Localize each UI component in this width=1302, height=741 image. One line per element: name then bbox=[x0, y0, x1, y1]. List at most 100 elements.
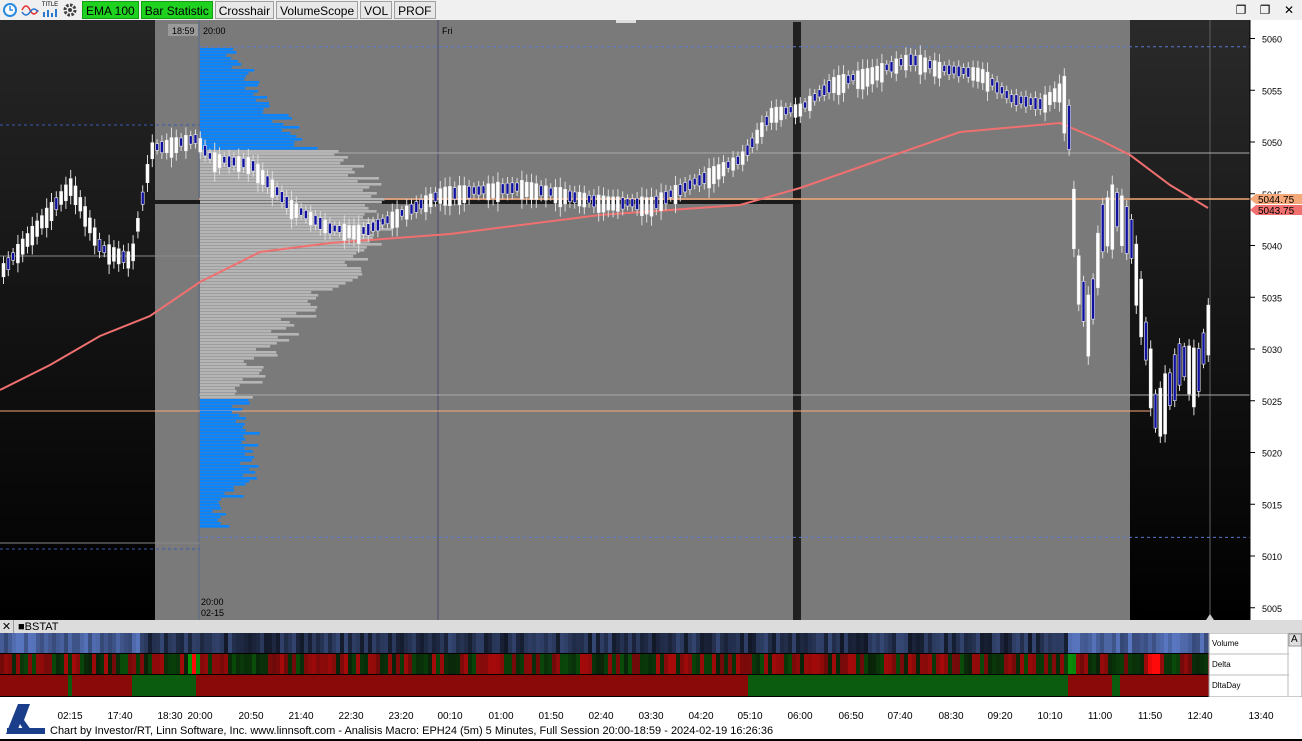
toolbar-button-vol[interactable]: VOL bbox=[360, 1, 393, 19]
toolbar-button-prof[interactable]: PROF bbox=[394, 1, 436, 19]
deltaday-cell bbox=[968, 675, 972, 696]
delta-cell bbox=[276, 654, 280, 674]
close-icon[interactable]: ✕ bbox=[1280, 1, 1298, 18]
volume-cell bbox=[920, 633, 924, 653]
price-tick-label: 5050 bbox=[1262, 138, 1282, 148]
volume-cell bbox=[912, 633, 916, 653]
candle-body bbox=[1192, 347, 1196, 408]
delta-cell bbox=[460, 654, 464, 674]
volume-cell bbox=[1064, 633, 1068, 653]
restore-icon[interactable]: ❐ bbox=[1232, 1, 1250, 18]
candle-body bbox=[510, 182, 515, 194]
volume-cell bbox=[828, 633, 832, 653]
title-icon[interactable]: TITLE bbox=[40, 0, 60, 20]
profile-bar bbox=[200, 135, 297, 138]
candle-body bbox=[774, 106, 779, 123]
delta-cell bbox=[476, 654, 480, 674]
candle-body bbox=[851, 74, 855, 81]
scroll-handle[interactable] bbox=[616, 20, 636, 23]
deltaday-cell bbox=[920, 675, 924, 696]
volume-cell bbox=[692, 633, 696, 653]
wave-icon[interactable] bbox=[20, 0, 40, 20]
candle-body bbox=[371, 221, 375, 232]
volume-cell bbox=[324, 633, 328, 653]
volume-cell bbox=[176, 633, 180, 653]
candle-body bbox=[1100, 204, 1105, 253]
volume-cell bbox=[392, 633, 396, 653]
profile-bar bbox=[200, 87, 246, 90]
volume-cell bbox=[128, 633, 132, 653]
volume-cell bbox=[300, 633, 304, 653]
profile-bar bbox=[200, 381, 263, 384]
volume-cell bbox=[432, 633, 436, 653]
profile-bar bbox=[200, 63, 242, 66]
volume-cell bbox=[140, 633, 144, 653]
volume-cell bbox=[648, 633, 652, 653]
candle-body bbox=[995, 81, 999, 94]
autoscale-button[interactable]: A bbox=[1291, 634, 1298, 645]
candle-body bbox=[491, 183, 495, 199]
volume-cell bbox=[668, 633, 672, 653]
candle-body bbox=[788, 106, 793, 114]
delta-cell bbox=[1204, 654, 1208, 674]
profile-bar bbox=[200, 345, 271, 348]
delta-cell bbox=[692, 654, 696, 674]
toolbar-button-bar-statistic[interactable]: Bar Statistic bbox=[140, 1, 213, 19]
profile-bar bbox=[200, 462, 241, 465]
deltaday-cell bbox=[684, 675, 688, 696]
deltaday-cell bbox=[1096, 675, 1100, 696]
volume-cell bbox=[1140, 633, 1144, 653]
deltaday-cell bbox=[956, 675, 960, 696]
clock-icon[interactable] bbox=[0, 0, 20, 20]
delta-cell bbox=[200, 654, 204, 674]
close-panel-icon[interactable]: ✕ bbox=[0, 620, 14, 633]
price-chart[interactable]: 5060505550505045504050355030502550205015… bbox=[0, 20, 1302, 620]
volume-cell bbox=[20, 633, 24, 653]
toolbar-button-volumescope[interactable]: VolumeScope bbox=[276, 1, 359, 19]
delta-cell bbox=[1200, 654, 1204, 674]
delta-cell bbox=[760, 654, 764, 674]
candle-body bbox=[644, 197, 649, 215]
profile-bar bbox=[200, 156, 349, 159]
deltaday-cell bbox=[52, 675, 56, 696]
volume-cell bbox=[572, 633, 576, 653]
candle-body bbox=[529, 182, 534, 200]
gear-icon[interactable] bbox=[60, 0, 80, 20]
price-tick-label: 5060 bbox=[1262, 35, 1282, 45]
candle-body bbox=[227, 155, 231, 168]
deltaday-cell bbox=[912, 675, 916, 696]
delta-cell bbox=[592, 654, 596, 674]
delta-cell bbox=[996, 654, 1000, 674]
deltaday-cell bbox=[536, 675, 540, 696]
delta-cell bbox=[948, 654, 952, 674]
volume-cell bbox=[132, 633, 136, 653]
deltaday-cell bbox=[900, 675, 904, 696]
candle-body bbox=[572, 191, 577, 203]
volume-cell bbox=[368, 633, 372, 653]
volume-cell bbox=[860, 633, 864, 653]
delta-cell bbox=[1044, 654, 1048, 674]
candle-body bbox=[548, 187, 553, 197]
volume-cell bbox=[748, 633, 752, 653]
toolbar-button-crosshair[interactable]: Crosshair bbox=[214, 1, 275, 19]
volume-cell bbox=[584, 633, 588, 653]
deltaday-cell bbox=[1008, 675, 1012, 696]
volume-cell bbox=[888, 633, 892, 653]
volume-cell bbox=[588, 633, 592, 653]
profile-bar bbox=[200, 474, 244, 477]
restore-icon[interactable]: ❐ bbox=[1256, 1, 1274, 18]
profile-bar bbox=[200, 141, 295, 144]
delta-cell bbox=[304, 654, 308, 674]
profile-bar bbox=[200, 66, 232, 69]
candle-body bbox=[952, 65, 956, 75]
candle-body bbox=[1028, 97, 1033, 106]
delta-cell bbox=[528, 654, 532, 674]
toolbar-button-ema100[interactable]: EMA 100 bbox=[82, 1, 139, 19]
delta-cell bbox=[1172, 654, 1176, 674]
candle-body bbox=[692, 177, 697, 186]
volume-cell bbox=[872, 633, 876, 653]
profile-bar bbox=[200, 333, 299, 336]
volume-cell bbox=[552, 633, 556, 653]
deltaday-cell bbox=[132, 675, 136, 696]
candle-body bbox=[25, 233, 30, 247]
